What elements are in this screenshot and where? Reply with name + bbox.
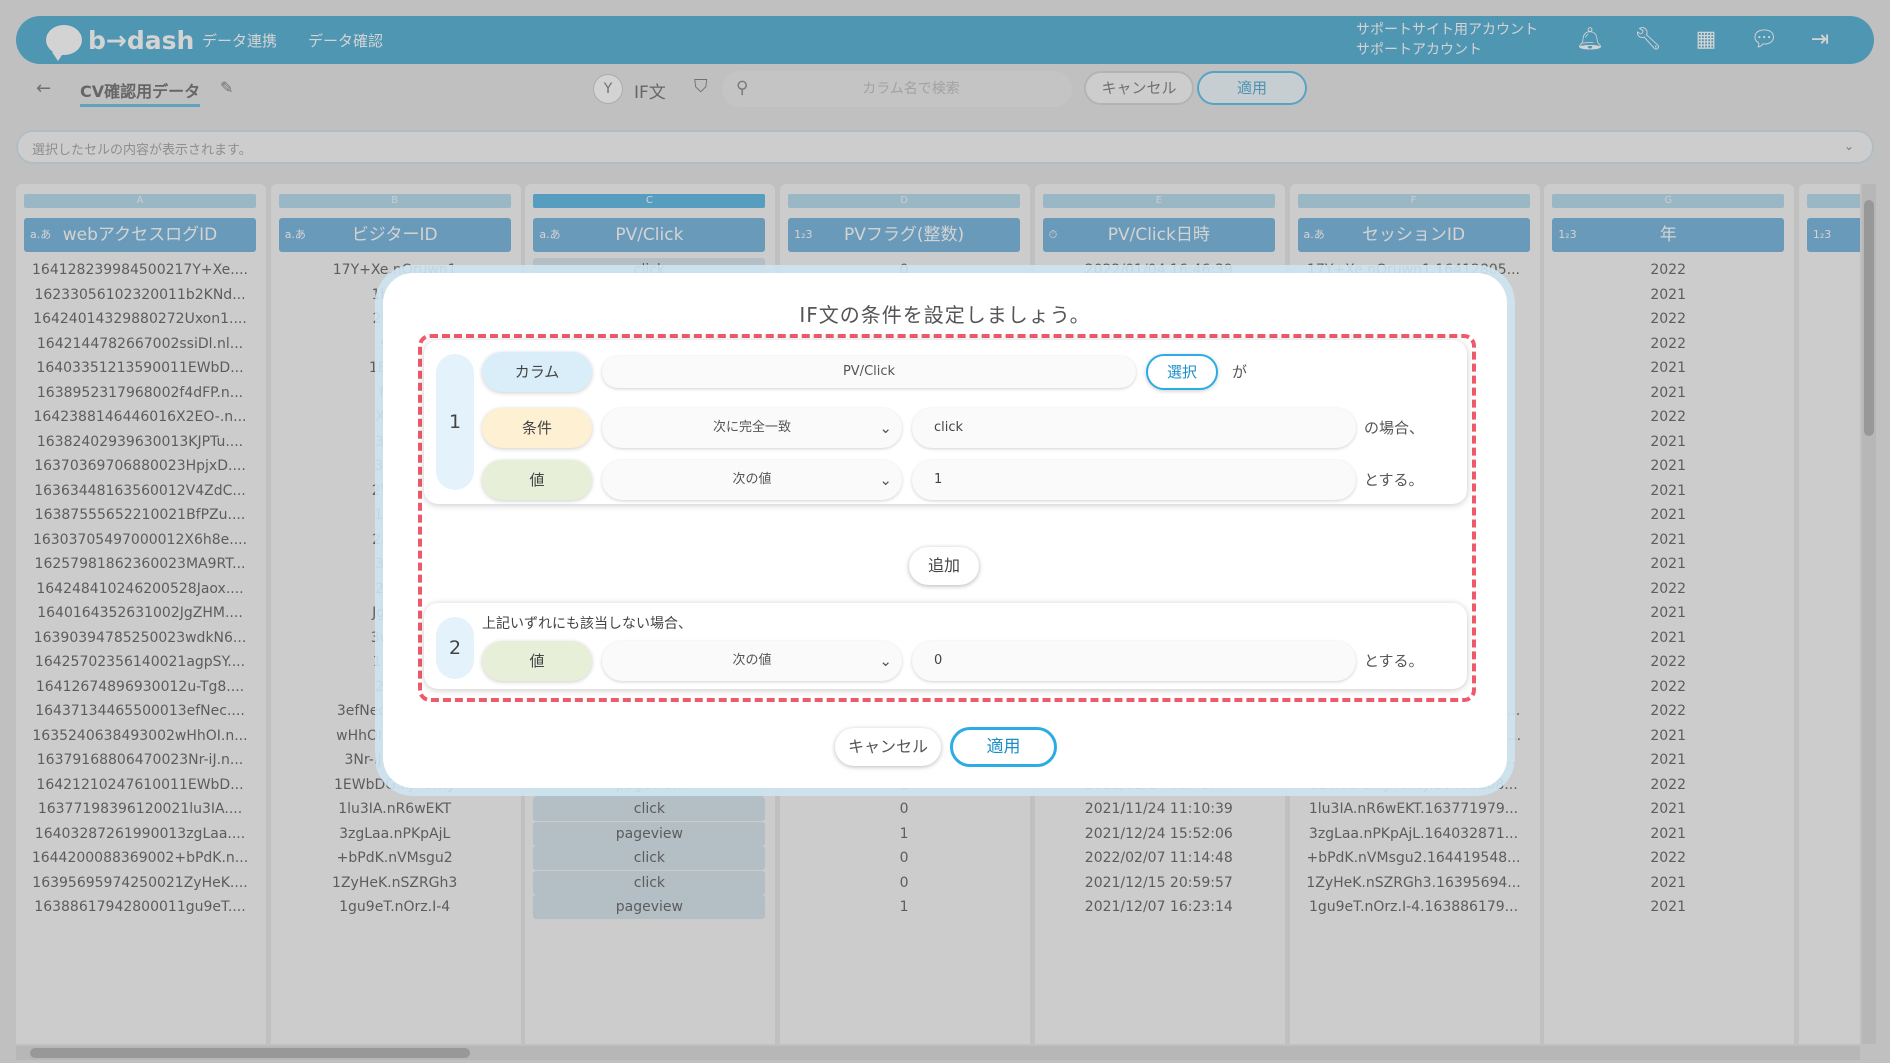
chevron-down-icon: ⌄ — [879, 652, 892, 670]
else-value-suffix: とする。 — [1364, 652, 1424, 670]
else-value-select-value: 次の値 — [732, 653, 772, 668]
value-select[interactable]: 次の値 ⌄ — [602, 460, 902, 500]
else-value-select[interactable]: 次の値 ⌄ — [602, 641, 902, 681]
condition-select[interactable]: 次に完全一致 ⌄ — [602, 408, 902, 448]
chevron-down-icon: ⌄ — [879, 471, 892, 489]
column-label: カラム — [482, 352, 592, 392]
if-condition-dialog: IF文の条件を設定しましょう。 1 カラム PV/Click 選択 が 条件 次… — [383, 273, 1507, 788]
dialog-title: IF文の条件を設定しましょう。 — [799, 303, 1091, 327]
dialog-apply-button[interactable]: 適用 — [950, 727, 1057, 767]
dialog-cancel-button[interactable]: キャンセル — [835, 728, 941, 766]
column-suffix: が — [1232, 363, 1248, 381]
condition-block-else: 2 上記いずれにも該当しない場合、 値 次の値 ⌄ 0 とする。 — [424, 603, 1467, 689]
chevron-down-icon: ⌄ — [879, 419, 892, 437]
column-select-button[interactable]: 選択 — [1146, 354, 1218, 390]
condition-suffix: の場合、 — [1364, 419, 1425, 437]
column-field[interactable]: PV/Click — [602, 356, 1136, 388]
value-label: 値 — [482, 460, 592, 500]
condition-label: 条件 — [482, 408, 592, 448]
else-description: 上記いずれにも該当しない場合、 — [482, 616, 692, 632]
value-input[interactable]: 1 — [912, 460, 1356, 500]
condition-number: 2 — [436, 617, 474, 679]
else-value-input[interactable]: 0 — [912, 641, 1356, 681]
value-select-value: 次の値 — [732, 472, 772, 487]
value-suffix: とする。 — [1364, 471, 1424, 489]
condition-number: 1 — [436, 354, 474, 490]
condition-value-input[interactable]: click — [912, 408, 1356, 448]
condition-select-value: 次に完全一致 — [712, 420, 791, 435]
condition-block-1: 1 カラム PV/Click 選択 が 条件 次に完全一致 ⌄ click の場… — [424, 340, 1467, 504]
else-value-label: 値 — [482, 641, 592, 681]
add-condition-button[interactable]: 追加 — [909, 547, 979, 585]
